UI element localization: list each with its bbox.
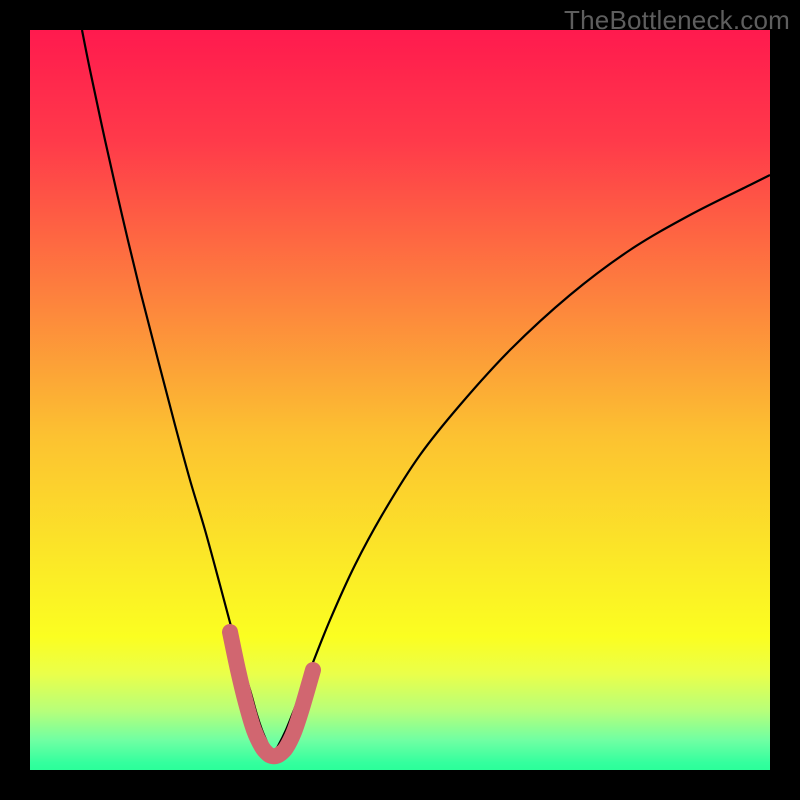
chart-frame [30, 30, 770, 770]
chart-lines [30, 30, 770, 770]
watermark-text: TheBottleneck.com [564, 5, 790, 36]
curve-left [82, 30, 272, 755]
curve-right [272, 175, 770, 755]
pink-u-highlight [230, 632, 313, 756]
